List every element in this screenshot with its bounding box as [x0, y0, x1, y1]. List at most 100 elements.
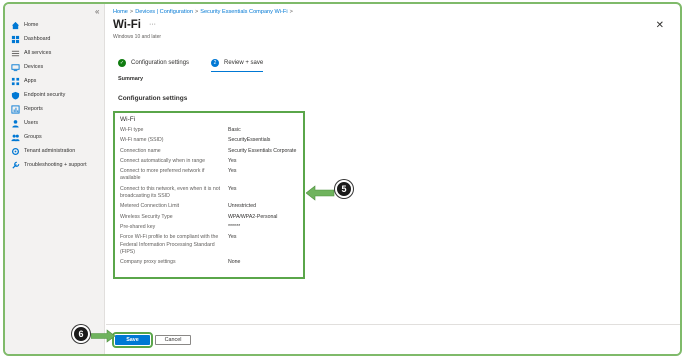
sidebar-item-label: Users — [24, 120, 39, 126]
sidebar-item-label: Troubleshooting + support — [24, 162, 87, 168]
dashboard-icon — [11, 35, 20, 44]
setting-row: Metered Connection Limit Unrestricted — [120, 203, 298, 210]
app-window: « Home Dashboard All services Devices Apps En… — [3, 2, 682, 356]
collapse-sidebar-icon[interactable]: « — [95, 7, 99, 16]
reports-icon — [11, 104, 20, 114]
setting-name: Wi-Fi name (SSID) — [120, 137, 164, 144]
devices-icon — [11, 63, 20, 72]
sidebar-item-label: All services — [24, 50, 52, 56]
breadcrumb-devices-configuration[interactable]: Devices | Configuration — [135, 9, 193, 15]
breadcrumb-separator: > — [289, 9, 293, 15]
sidebar-item-apps[interactable]: Apps — [5, 74, 104, 88]
shield-icon — [11, 91, 20, 100]
sidebar-nav: Home Dashboard All services Devices Apps Endp… — [5, 18, 104, 172]
setting-value: Unrestricted — [228, 203, 256, 210]
setting-value: Yes — [228, 234, 237, 241]
sidebar-item-label: Devices — [24, 64, 44, 70]
setting-name: Connect to this network, even when it is… — [120, 185, 221, 200]
setting-name: Metered Connection Limit — [120, 203, 180, 210]
arrow-callout-5-icon — [306, 185, 335, 201]
sidebar-item-label: Endpoint security — [24, 92, 66, 98]
setting-value: WPA/WPA2-Personal — [228, 213, 278, 220]
breadcrumb-separator: > — [129, 9, 134, 15]
breadcrumb-home[interactable]: Home — [113, 9, 128, 15]
tab-label: Review + save — [224, 60, 264, 66]
sidebar-item-dashboard[interactable]: Dashboard — [5, 32, 104, 46]
setting-row: Connect to this network, even when it is… — [120, 186, 298, 201]
setting-row: Wireless Security Type WPA/WPA2-Personal — [120, 214, 298, 221]
sidebar-item-label: Tenant administration — [24, 148, 76, 154]
configuration-settings-heading: Configuration settings — [118, 95, 188, 102]
setting-value: Yes — [228, 185, 237, 192]
breadcrumb: Home > Devices | Configuration > Security Es… — [113, 9, 295, 15]
sidebar: « Home Dashboard All services Devices Apps En… — [5, 4, 105, 354]
troubleshooting-icon — [11, 161, 20, 170]
sidebar-item-label: Apps — [24, 78, 37, 84]
more-options-icon[interactable]: ··· — [149, 21, 156, 28]
users-icon — [11, 119, 20, 128]
page-title: Wi-Fi — [113, 19, 141, 31]
setting-row: Connect to more preferred network if ava… — [120, 168, 298, 183]
wizard-tabs: ✓ Configuration settings 2 Review + save — [118, 56, 285, 72]
sidebar-item-devices[interactable]: Devices — [5, 60, 104, 74]
tab-configuration-settings[interactable]: ✓ Configuration settings — [118, 56, 189, 70]
sidebar-item-tenant-administration[interactable]: Tenant administration — [5, 144, 104, 158]
setting-name: Connection name — [120, 147, 161, 154]
home-icon — [11, 21, 20, 30]
main-pane: Home > Devices | Configuration > Security Es… — [106, 4, 680, 354]
settings-list: Wi-Fi type Basic Wi-Fi name (SSID) Security… — [120, 127, 298, 266]
page-subtitle: Windows 10 and later — [113, 34, 162, 40]
card-title: Wi-Fi — [120, 116, 136, 123]
footer-bar: Save Cancel — [106, 324, 680, 354]
sidebar-item-endpoint-security[interactable]: Endpoint security — [5, 88, 104, 102]
sidebar-item-label: Groups — [24, 134, 42, 140]
step-number-icon: 2 — [211, 59, 220, 67]
breadcrumb-separator: > — [194, 9, 199, 15]
close-icon[interactable]: ✕ — [656, 21, 664, 31]
apps-icon — [11, 77, 20, 86]
sidebar-item-users[interactable]: Users — [5, 116, 104, 130]
groups-icon — [11, 133, 20, 142]
check-circle-icon: ✓ — [118, 59, 126, 67]
tab-label: Configuration settings — [131, 60, 190, 66]
setting-row: Wi-Fi type Basic — [120, 127, 298, 134]
setting-row: Connect automatically when in range Yes — [120, 158, 298, 165]
sidebar-item-groups[interactable]: Groups — [5, 130, 104, 144]
cancel-button[interactable]: Cancel — [155, 335, 191, 345]
setting-name: Pre-shared key — [120, 223, 156, 230]
setting-row: Pre-shared key ****** — [120, 224, 298, 231]
sidebar-item-label: Home — [24, 22, 39, 28]
sidebar-item-label: Reports — [24, 106, 43, 112]
setting-name: Wi-Fi type — [120, 127, 144, 133]
summary-heading: Summary — [118, 76, 144, 82]
setting-value: ****** — [228, 223, 241, 230]
arrow-callout-6-icon — [91, 329, 115, 343]
setting-value: SecurityEssentials — [228, 137, 271, 144]
sidebar-item-reports[interactable]: Reports — [5, 102, 104, 116]
wifi-settings-card: Wi-Fi Wi-Fi type Basic Wi-Fi name (SSID) Se… — [113, 111, 305, 279]
callout-5-badge: 5 — [335, 180, 353, 198]
sidebar-item-label: Dashboard — [24, 36, 51, 42]
tab-review-save[interactable]: 2 Review + save — [211, 56, 264, 72]
tenant-admin-icon — [11, 147, 20, 156]
setting-value: Basic — [228, 127, 241, 133]
sidebar-item-home[interactable]: Home — [5, 18, 104, 32]
setting-name: Connect automatically when in range — [120, 157, 206, 164]
setting-value: Yes — [228, 157, 237, 164]
setting-name: Company proxy settings — [120, 259, 176, 266]
setting-row: Company proxy settings None — [120, 259, 298, 266]
callout-6-badge: 6 — [72, 325, 90, 343]
breadcrumb-profile[interactable]: Security Essentials Company Wi-Fi — [200, 9, 287, 15]
setting-name: Force Wi-Fi profile to be compliant with… — [120, 234, 219, 255]
setting-name: Wireless Security Type — [120, 213, 173, 220]
sidebar-item-all-services[interactable]: All services — [5, 46, 104, 60]
setting-value: Security Essentials Corporate — [228, 147, 297, 154]
all-services-icon — [11, 49, 20, 58]
save-button[interactable]: Save — [112, 332, 153, 348]
setting-value: Yes — [228, 168, 237, 175]
sidebar-item-troubleshooting-support[interactable]: Troubleshooting + support — [5, 158, 104, 172]
setting-row: Connection name Security Essentials Corpo… — [120, 148, 298, 155]
setting-value: None — [228, 259, 241, 266]
setting-name: Connect to more preferred network if ava… — [120, 168, 205, 182]
setting-row: Wi-Fi name (SSID) SecurityEssentials — [120, 137, 298, 144]
